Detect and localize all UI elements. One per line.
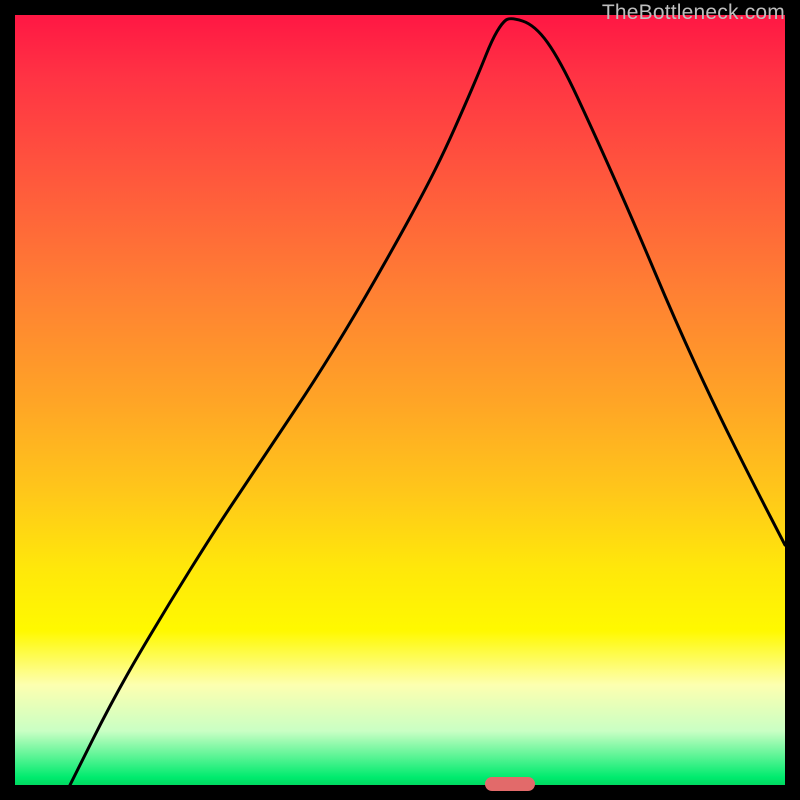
bottleneck-curve <box>15 15 785 785</box>
chart-frame: TheBottleneck.com <box>15 15 785 785</box>
optimal-marker-pill <box>485 777 535 791</box>
watermark-text: TheBottleneck.com <box>602 1 785 25</box>
